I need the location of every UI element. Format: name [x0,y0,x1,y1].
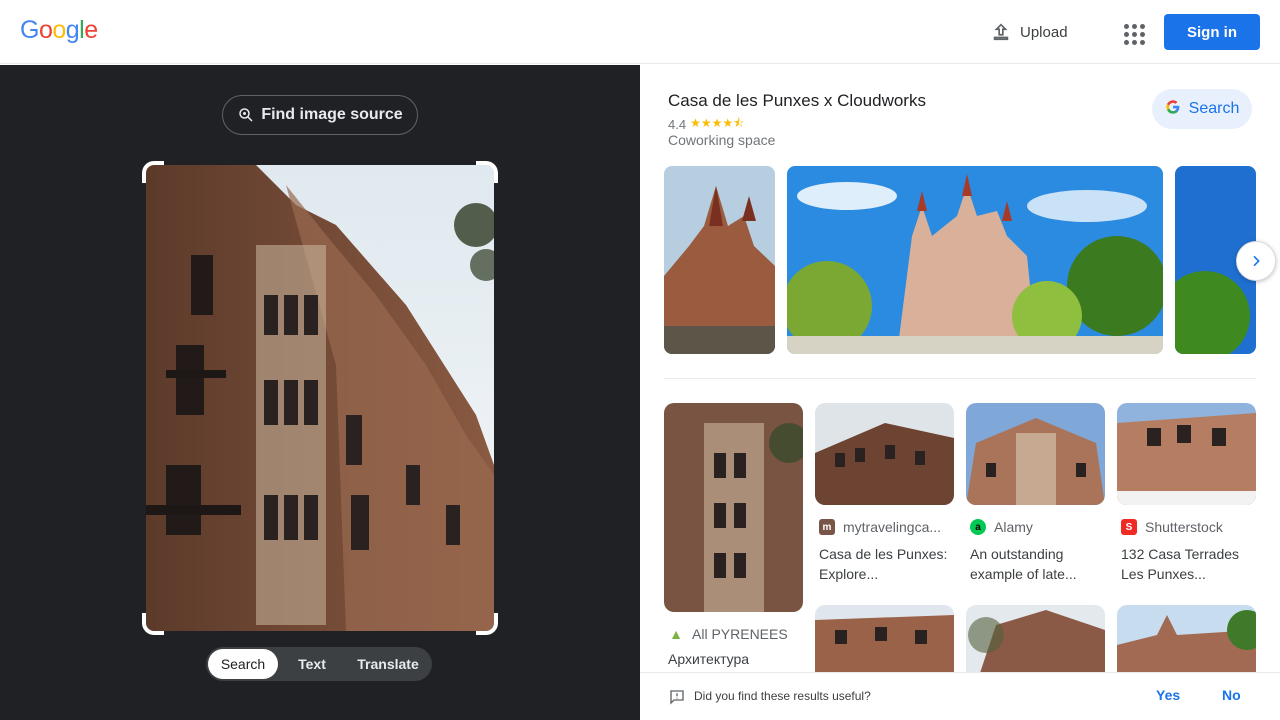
find-image-source-button[interactable]: Find image source [222,95,418,135]
upload-icon [993,23,1009,41]
apps-grid-icon[interactable] [1118,18,1146,46]
sign-in-button[interactable]: Sign in [1164,14,1260,50]
result-thumbnail [966,403,1105,505]
visual-match-card[interactable]: m mytravelingca... Casa de les Punxes: E… [815,403,954,593]
result-title: Casa de les Punxes: Explore... [819,546,948,582]
source-name: All PYRENEES [692,626,788,642]
result-thumbnail [1117,403,1256,505]
google-g-icon [1165,99,1181,120]
tab-translate[interactable]: Translate [346,649,430,679]
source-name: mytravelingca... [843,519,942,535]
visual-match-card[interactable]: ▲ All PYRENEES Архитектура [664,403,803,683]
result-title: Архитектура [668,651,750,667]
top-bar: Google Upload Sign in [0,0,1280,64]
kp-search-button[interactable]: Search [1152,89,1252,129]
feedback-bar: Did you find these results useful? Yes N… [640,672,1280,720]
query-image [146,165,494,631]
tab-text[interactable]: Text [278,649,346,679]
logo-letter: e [84,16,98,44]
lens-mode-tabs: Search Text Translate [206,647,432,681]
carousel-next-button[interactable] [1236,241,1276,281]
kp-search-label: Search [1188,100,1240,117]
carousel-image[interactable] [664,166,775,354]
crop-handle-bottom-left[interactable] [142,613,164,635]
crop-selection[interactable] [142,161,498,635]
crop-handle-bottom-right[interactable] [476,613,498,635]
result-source: S Shutterstock [1121,519,1223,535]
source-name: Alamy [994,519,1033,535]
logo-letter: o [38,16,53,44]
visual-match-card[interactable]: a Alamy An outstanding example of late..… [966,403,1105,593]
feedback-yes-button[interactable]: Yes [1156,687,1180,703]
feedback-icon [670,690,684,705]
result-title: An outstanding example of late... [970,546,1077,582]
result-source: ▲ All PYRENEES [668,626,788,642]
logo-letter: G [20,16,39,44]
lens-image-panel: Find image source Search Text Translate [0,65,640,720]
rating-value: 4.4 [668,117,687,132]
upload-label: Upload [1020,23,1068,41]
results-panel: Casa de les Punxes x Cloudworks 4.4 ★★★★… [640,65,1280,720]
crop-handle-top-right[interactable] [476,161,498,183]
mountain-favicon-icon: ▲ [669,626,683,642]
result-source: m mytravelingca... [819,519,941,535]
carousel-image[interactable] [787,166,1163,354]
alamy-favicon-icon: a [970,519,986,535]
source-name: Shutterstock [1145,519,1223,535]
tab-search[interactable]: Search [208,649,278,679]
crop-handle-top-left[interactable] [142,161,164,183]
google-logo[interactable]: Google [20,16,98,45]
shutterstock-favicon-icon: S [1121,519,1137,535]
result-source: a Alamy [970,519,1033,535]
upload-button[interactable]: Upload [990,18,1068,46]
result-thumbnail [815,403,954,505]
knowledge-panel-title[interactable]: Casa de les Punxes x Cloudworks [668,91,926,111]
site-favicon-icon: m [819,519,835,535]
result-thumbnail [664,403,803,612]
feedback-question: Did you find these results useful? [694,689,871,703]
section-divider [664,378,1256,379]
lens-search-icon [239,108,253,122]
visual-match-card[interactable]: S Shutterstock 132 Casa Terrades Les Pun… [1117,403,1256,593]
feedback-no-button[interactable]: No [1222,687,1241,703]
chevron-right-icon [1253,255,1260,267]
find-image-source-label: Find image source [261,106,403,123]
logo-letter: o [52,16,66,44]
place-category: Coworking space [668,132,776,148]
image-carousel [664,166,1256,354]
result-title: 132 Casa Terrades Les Punxes... [1121,546,1240,582]
logo-letter: g [65,16,80,44]
